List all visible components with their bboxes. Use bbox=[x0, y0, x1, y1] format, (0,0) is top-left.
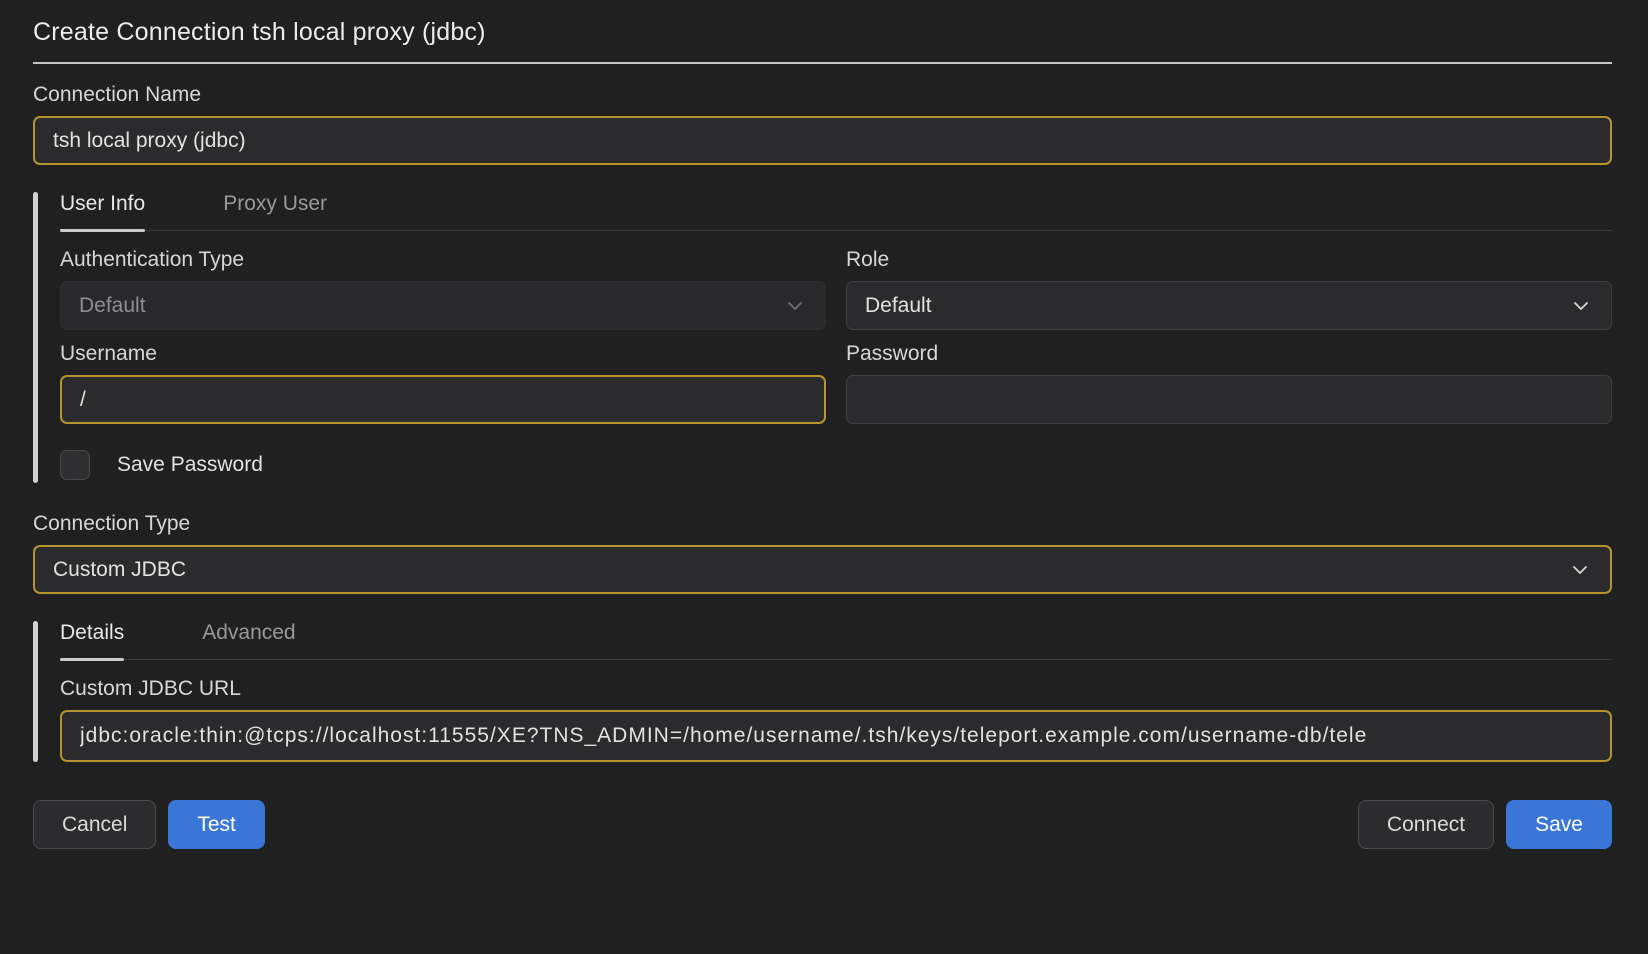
save-password-row: Save Password bbox=[60, 450, 1612, 483]
user-info-section: User Info Proxy User Authentication Type… bbox=[33, 192, 1612, 483]
footer-left-buttons: Cancel Test bbox=[33, 800, 265, 849]
chevron-down-icon bbox=[1568, 558, 1592, 582]
connection-name-field: Connection Name bbox=[33, 83, 1612, 165]
connect-button[interactable]: Connect bbox=[1358, 800, 1494, 849]
role-field: Role Default bbox=[846, 248, 1612, 330]
username-input[interactable] bbox=[60, 375, 826, 424]
tab-user-info-label: User Info bbox=[60, 192, 145, 215]
user-info-tabs: User Info Proxy User bbox=[60, 192, 1612, 231]
test-button[interactable]: Test bbox=[168, 800, 265, 849]
connection-type-field: Connection Type Custom JDBC bbox=[33, 512, 1612, 594]
dialog-title: Create Connection tsh local proxy (jdbc) bbox=[33, 18, 1612, 47]
details-section: Details Advanced Custom JDBC URL bbox=[33, 621, 1612, 762]
create-connection-dialog: Create Connection tsh local proxy (jdbc)… bbox=[0, 0, 1648, 954]
save-button[interactable]: Save bbox=[1506, 800, 1612, 849]
save-password-label: Save Password bbox=[117, 453, 263, 477]
username-label: Username bbox=[60, 342, 826, 366]
footer: Cancel Test Connect Save bbox=[33, 800, 1612, 849]
section-indicator-bar bbox=[33, 192, 38, 483]
role-label: Role bbox=[846, 248, 1612, 272]
password-input[interactable] bbox=[846, 375, 1612, 424]
authentication-type-field: Authentication Type Default bbox=[60, 248, 826, 330]
tab-details[interactable]: Details bbox=[60, 621, 124, 659]
section-indicator-bar bbox=[33, 621, 38, 762]
tab-user-info[interactable]: User Info bbox=[60, 192, 145, 230]
chevron-down-icon bbox=[1569, 294, 1593, 318]
cancel-button[interactable]: Cancel bbox=[33, 800, 156, 849]
authentication-type-label: Authentication Type bbox=[60, 248, 826, 272]
role-value: Default bbox=[865, 294, 932, 318]
connection-type-select[interactable]: Custom JDBC bbox=[33, 545, 1612, 594]
password-field: Password bbox=[846, 342, 1612, 424]
chevron-down-icon bbox=[783, 294, 807, 318]
tab-proxy-user-label: Proxy User bbox=[223, 192, 327, 215]
details-tabs: Details Advanced bbox=[60, 621, 1612, 660]
connection-type-value: Custom JDBC bbox=[53, 558, 186, 582]
password-label: Password bbox=[846, 342, 1612, 366]
authentication-type-select[interactable]: Default bbox=[60, 281, 826, 330]
tab-advanced-label: Advanced bbox=[202, 621, 295, 644]
authentication-type-value: Default bbox=[79, 294, 146, 318]
tab-advanced[interactable]: Advanced bbox=[202, 621, 295, 659]
title-divider bbox=[33, 62, 1612, 64]
connection-type-label: Connection Type bbox=[33, 512, 1612, 536]
custom-jdbc-url-label: Custom JDBC URL bbox=[60, 677, 1612, 701]
custom-jdbc-url-field: Custom JDBC URL bbox=[60, 677, 1612, 762]
tab-details-label: Details bbox=[60, 621, 124, 644]
connection-name-label: Connection Name bbox=[33, 83, 1612, 107]
tab-proxy-user[interactable]: Proxy User bbox=[223, 192, 327, 230]
username-field: Username bbox=[60, 342, 826, 424]
save-password-checkbox[interactable] bbox=[60, 450, 90, 480]
role-select[interactable]: Default bbox=[846, 281, 1612, 330]
footer-right-buttons: Connect Save bbox=[1358, 800, 1612, 849]
custom-jdbc-url-input[interactable] bbox=[60, 710, 1612, 762]
connection-name-input[interactable] bbox=[33, 116, 1612, 165]
